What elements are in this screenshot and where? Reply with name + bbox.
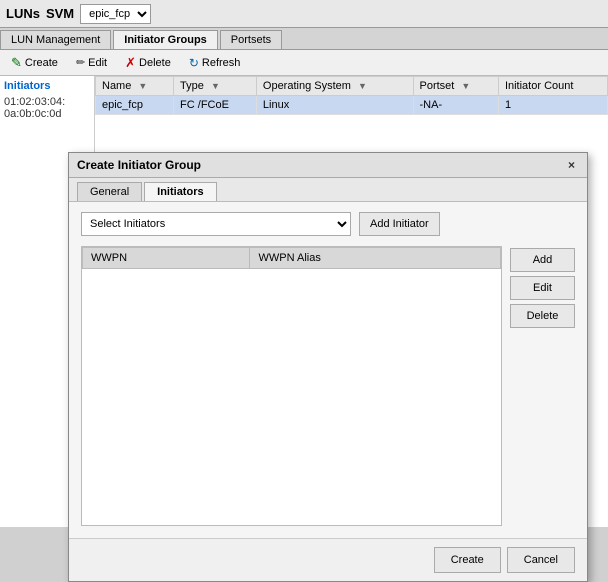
modal-title: Create Initiator Group xyxy=(77,158,201,172)
toolbar: ✎ Create ✏ Edit ✗ Delete ↻ Refresh xyxy=(0,50,608,76)
edit-wwpn-button[interactable]: Edit xyxy=(510,276,575,300)
tab-lun-management[interactable]: LUN Management xyxy=(0,30,111,49)
wwpn-table: WWPN WWPN Alias xyxy=(82,247,501,269)
cell-type: FC /FCoE xyxy=(174,96,257,115)
svm-title: SVM xyxy=(46,6,74,21)
table-row[interactable]: epic_fcp FC /FCoE Linux -NA- 1 xyxy=(96,96,608,115)
create-icon: ✎ xyxy=(11,55,22,71)
sidebar-section-label: Initiators xyxy=(4,80,90,92)
modal-create-button[interactable]: Create xyxy=(434,547,501,573)
luns-title: LUNs xyxy=(6,6,40,21)
sidebar-initiator-value: 01:02:03:04:0a:0b:0c:0d xyxy=(4,96,90,120)
edit-icon: ✏ xyxy=(76,56,85,69)
col-header-portset[interactable]: Portset ▼ xyxy=(413,77,498,96)
add-wwpn-button[interactable]: Add xyxy=(510,248,575,272)
col-sort-arrow: ▼ xyxy=(211,81,220,91)
tab-portsets[interactable]: Portsets xyxy=(220,30,282,49)
col-header-name[interactable]: Name ▼ xyxy=(96,77,174,96)
main-area: Initiators 01:02:03:04:0a:0b:0c:0d Name … xyxy=(0,76,608,527)
create-button[interactable]: ✎ Create xyxy=(6,53,63,73)
select-initiators-row: Select Initiators Add Initiator xyxy=(81,212,575,236)
col-header-initiator-count[interactable]: Initiator Count xyxy=(498,77,607,96)
modal-header: Create Initiator Group × xyxy=(69,153,587,178)
col-header-type[interactable]: Type ▼ xyxy=(174,77,257,96)
col-header-os[interactable]: Operating System ▼ xyxy=(256,77,413,96)
tab-initiator-groups[interactable]: Initiator Groups xyxy=(113,30,218,49)
cell-name: epic_fcp xyxy=(96,96,174,115)
refresh-icon: ↻ xyxy=(189,56,199,70)
cell-initiator-count: 1 xyxy=(498,96,607,115)
modal-tab-initiators[interactable]: Initiators xyxy=(144,182,216,201)
side-buttons: Add Edit Delete xyxy=(510,246,575,526)
modal-cancel-button[interactable]: Cancel xyxy=(507,547,575,573)
modal-tabs: General Initiators xyxy=(69,178,587,202)
delete-wwpn-button[interactable]: Delete xyxy=(510,304,575,328)
edit-button[interactable]: ✏ Edit xyxy=(71,54,112,71)
col-sort-arrow: ▼ xyxy=(138,81,147,91)
modal-close-button[interactable]: × xyxy=(564,158,579,172)
delete-icon: ✗ xyxy=(125,55,136,71)
modal-tab-general[interactable]: General xyxy=(77,182,142,201)
main-tabs: LUN Management Initiator Groups Portsets xyxy=(0,28,608,50)
col-sort-arrow: ▼ xyxy=(461,81,470,91)
cell-os: Linux xyxy=(256,96,413,115)
main-table: Name ▼ Type ▼ Operating System ▼ Portset… xyxy=(95,76,608,115)
initiators-dropdown[interactable]: Select Initiators xyxy=(81,212,351,236)
svm-dropdown[interactable]: epic_fcp xyxy=(80,4,151,24)
cell-portset: -NA- xyxy=(413,96,498,115)
add-initiator-button[interactable]: Add Initiator xyxy=(359,212,440,236)
inner-table-wrapper: WWPN WWPN Alias Add Edit xyxy=(81,246,575,526)
wwpn-table-container: WWPN WWPN Alias xyxy=(81,246,502,526)
create-initiator-group-modal: Create Initiator Group × General Initiat… xyxy=(68,152,588,582)
refresh-button[interactable]: ↻ Refresh xyxy=(184,54,246,72)
delete-button[interactable]: ✗ Delete xyxy=(120,53,176,73)
top-bar: LUNs SVM epic_fcp xyxy=(0,0,608,28)
inner-col-wwpn: WWPN xyxy=(83,248,250,269)
modal-footer: Create Cancel xyxy=(69,538,587,581)
inner-col-wwpn-alias: WWPN Alias xyxy=(250,248,501,269)
col-sort-arrow: ▼ xyxy=(358,81,367,91)
modal-body: Select Initiators Add Initiator WWPN xyxy=(69,202,587,536)
